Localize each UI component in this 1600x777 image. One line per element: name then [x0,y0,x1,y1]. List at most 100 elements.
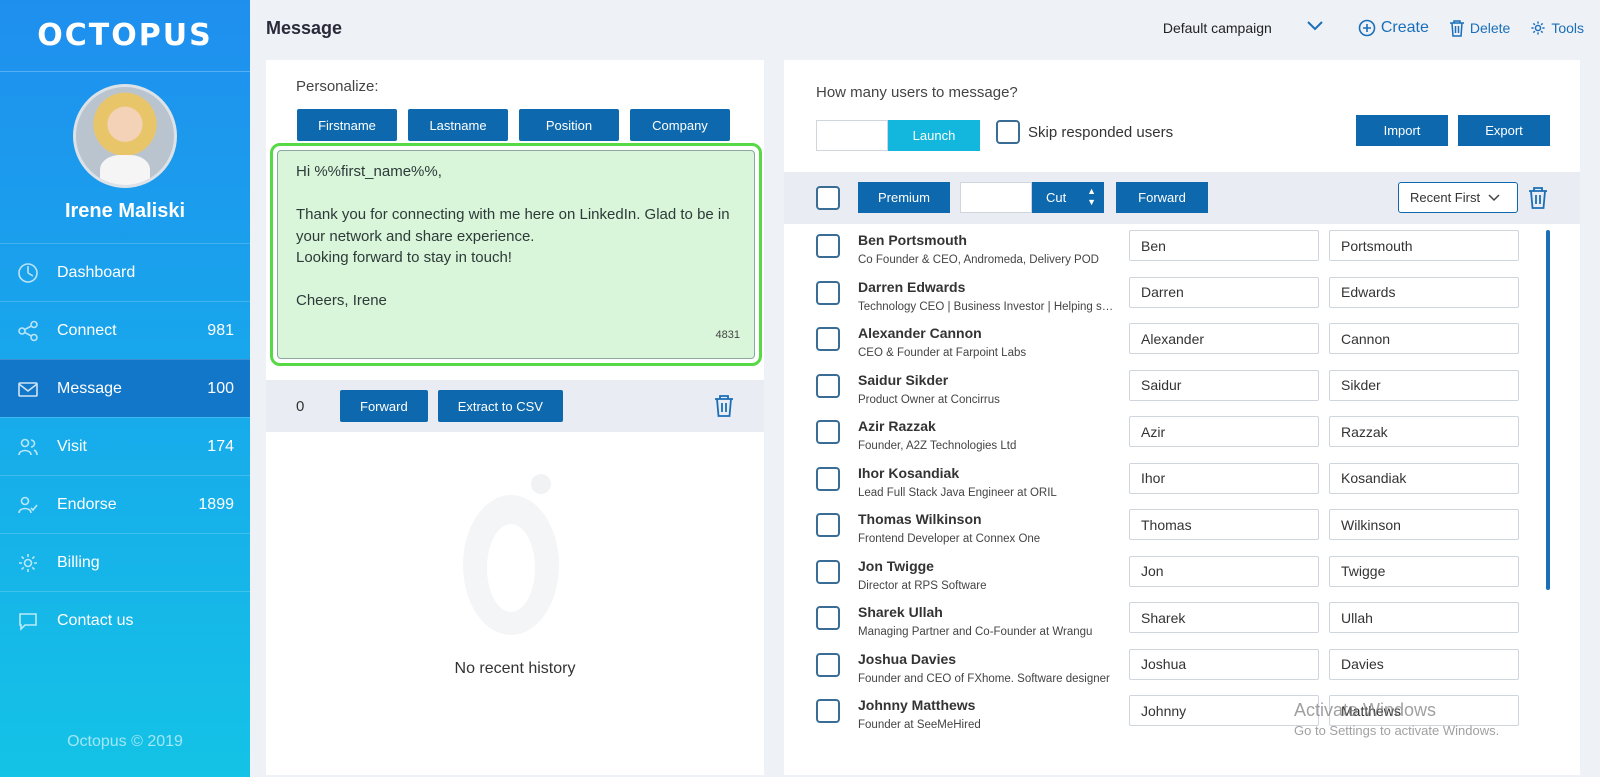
row-checkbox[interactable] [816,652,840,677]
skip-responded-toggle[interactable]: Skip responded users [996,120,1173,144]
first-name-field[interactable]: Saidur [1129,369,1319,401]
first-name-field[interactable]: Ihor [1129,462,1319,494]
tools-button[interactable]: Tools [1530,20,1584,36]
contact-name: Saidur Sikder [858,371,949,388]
trash-icon[interactable] [714,394,734,423]
row-checkbox[interactable] [816,513,840,537]
row-checkbox[interactable] [816,280,840,305]
select-all-checkbox[interactable] [816,186,840,210]
message-textarea[interactable]: Hi %%first_name%%, Thank you for connect… [277,150,755,359]
sidebar-item-count: 981 [207,321,234,339]
last-name-field[interactable]: Sikder [1329,369,1519,401]
last-name-field[interactable]: Cannon [1329,323,1519,354]
company-button[interactable]: Company [630,109,730,141]
stepper-arrows-icon[interactable]: ▲ ▼ [1087,186,1096,208]
cut-label: Cut [1046,190,1067,205]
row-checkbox[interactable] [816,327,840,351]
extract-csv-button[interactable]: Extract to CSV [437,390,563,422]
first-name-field[interactable]: Thomas [1129,509,1319,540]
chevron-down-icon[interactable] [1306,19,1324,37]
watermark-subtitle: Go to Settings to activate Windows. [1294,723,1500,738]
sidebar-item-message[interactable]: Message 100 [0,359,250,417]
sidebar-item-dashboard[interactable]: Dashboard [0,243,250,301]
char-counter: 4831 [715,328,740,341]
row-checkbox[interactable] [816,420,840,444]
contact-name: Alexander Cannon [858,325,982,341]
row-checkbox[interactable] [816,234,840,258]
sidebar-item-billing[interactable]: Billing [0,533,250,591]
sidebar: OCTOPUS Irene Maliski Dashboard Connect … [0,0,250,777]
users-count-input[interactable] [816,120,888,151]
table-row: Jon Twigge Director at RPS Software Jon Twi… [784,554,1580,600]
forward-button[interactable]: Forward [340,390,428,422]
history-action-bar: 0 Forward Extract to CSV [266,380,764,432]
last-name-field[interactable]: Edwards [1329,276,1519,308]
last-name-field[interactable]: Davies [1329,648,1519,680]
sidebar-item-label: Billing [57,553,100,571]
octopus-logo[interactable]: OCTOPUS [0,0,250,72]
last-name-field[interactable]: Wilkinson [1329,509,1519,540]
row-checkbox[interactable] [816,559,840,584]
sidebar-item-label: Dashboard [57,263,136,281]
trash-icon[interactable] [1528,186,1548,215]
import-button[interactable]: Import [1356,115,1448,146]
premium-button[interactable]: Premium [858,182,950,213]
recipients-list: Ben Portsmouth Co Founder & CEO, Andromed… [784,228,1580,775]
first-name-field[interactable]: Sharek [1129,602,1319,633]
selected-count: 0 [296,397,305,415]
lastname-button[interactable]: Lastname [408,109,508,141]
contact-name: Sharek Ullah [858,604,943,620]
sidebar-item-endorse[interactable]: Endorse 1899 [0,475,250,533]
sidebar-item-contact[interactable]: Contact us [0,591,250,649]
last-name-field[interactable]: Ullah [1329,602,1519,633]
forward-button[interactable]: Forward [1116,182,1208,213]
first-name-field[interactable]: Joshua [1129,648,1319,680]
table-row: Sharek Ullah Managing Partner and Co-Foun… [784,600,1580,646]
table-row: Azir Razzak Founder, A2Z Technologies Ltd… [784,414,1580,460]
last-name-field[interactable]: Kosandiak [1329,462,1519,494]
chevron-down-icon [1488,193,1500,201]
row-checkbox[interactable] [816,699,840,723]
cut-stepper[interactable]: Cut ▲ ▼ [1032,182,1104,213]
avatar[interactable] [73,84,177,188]
skip-responded-label: Skip responded users [1028,123,1174,141]
contact-name: Darren Edwards [858,278,966,295]
first-name-field[interactable]: Darren [1129,276,1319,308]
row-checkbox[interactable] [816,373,840,398]
table-row: Alexander Cannon CEO & Founder at Farpoin… [784,321,1580,367]
create-label: Create [1380,19,1429,36]
first-name-field[interactable]: Azir [1129,416,1319,447]
create-button[interactable]: Create [1358,19,1429,37]
sidebar-item-connect[interactable]: Connect 981 [0,301,250,359]
row-checkbox[interactable] [816,606,840,630]
last-name-field[interactable]: Twigge [1329,555,1519,587]
contact-name: Thomas Wilkinson [858,511,982,527]
first-name-field[interactable]: Jon [1129,555,1319,587]
delete-button[interactable]: Delete [1449,19,1510,37]
page-title: Message [266,17,343,38]
last-name-field[interactable]: Razzak [1329,416,1519,447]
position-button[interactable]: Position [519,109,619,141]
launch-button[interactable]: Launch [888,120,980,151]
first-name-field[interactable]: Alexander [1129,323,1319,354]
contact-name: Azir Razzak [858,418,936,434]
sidebar-item-visit[interactable]: Visit 174 [0,417,250,475]
cut-input[interactable] [960,182,1032,213]
contact-name: Johnny Matthews [858,697,976,713]
first-name-field[interactable]: Ben [1129,230,1319,261]
trash-icon [1449,20,1464,37]
table-row: Thomas Wilkinson Frontend Developer at Co… [784,507,1580,553]
scrollbar[interactable] [1546,230,1550,590]
firstname-button[interactable]: Firstname [297,109,397,141]
sidebar-item-label: Visit [57,437,87,455]
campaign-select[interactable]: Default campaign [1163,20,1272,36]
last-name-field[interactable]: Portsmouth [1329,230,1519,261]
tools-label: Tools [1551,20,1584,36]
sort-select[interactable]: Recent First [1398,182,1518,213]
contact-title: Product Owner at Concirrus [858,393,1000,406]
sidebar-item-label: Connect [57,321,117,339]
skip-responded-checkbox[interactable] [996,120,1020,144]
first-name-field[interactable]: Johnny [1129,695,1319,726]
export-button[interactable]: Export [1458,115,1550,146]
row-checkbox[interactable] [816,466,840,491]
